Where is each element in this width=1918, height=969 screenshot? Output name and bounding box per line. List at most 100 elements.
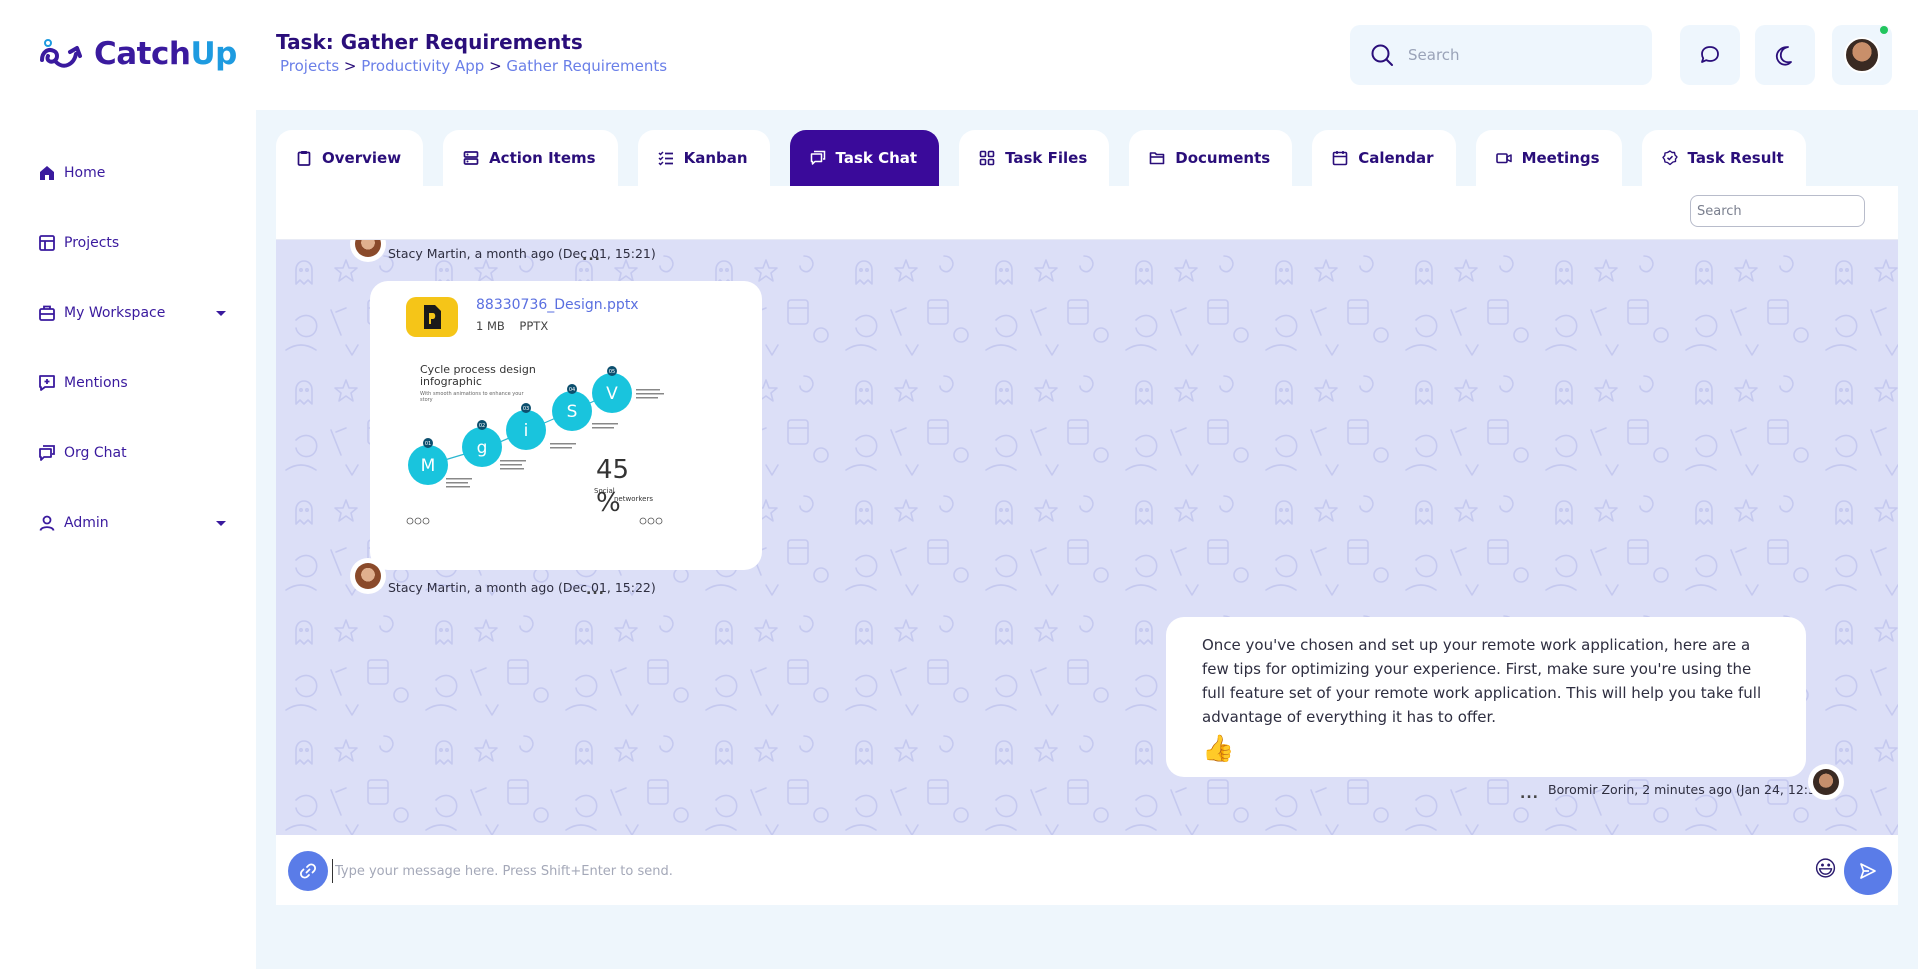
preview-step-s: S 04 <box>552 384 592 431</box>
message-meta: Stacy Martin, a month ago (Dec 01, 15:21… <box>388 246 656 261</box>
file-name-link[interactable]: 88330736_Design.pptx <box>476 297 639 313</box>
svg-text:g: g <box>477 438 488 458</box>
sidebar-item-admin[interactable]: Admin <box>38 488 228 558</box>
message-composer: 😃 <box>276 835 1898 905</box>
svg-text:i: i <box>524 421 529 441</box>
message-bubble[interactable]: Once you've chosen and set up your remot… <box>1166 617 1806 777</box>
svg-text:V: V <box>606 384 618 404</box>
message-meta: Stacy Martin, a month ago (Dec 01, 15:22… <box>388 580 656 595</box>
chat-search-input[interactable] <box>1690 195 1865 227</box>
chevron-down-icon[interactable] <box>216 520 226 526</box>
tab-task-files[interactable]: Task Files <box>959 130 1110 186</box>
tab-documents[interactable]: Documents <box>1129 130 1293 186</box>
file-details: 1 MB PPTX <box>476 319 548 333</box>
sidebar-item-projects[interactable]: Projects <box>38 208 228 278</box>
tab-meetings[interactable]: Meetings <box>1475 130 1622 186</box>
admin-icon <box>38 514 56 532</box>
sidebar-item-home[interactable]: Home <box>38 138 228 208</box>
tab-task-chat[interactable]: Task Chat <box>789 130 940 186</box>
preview-stat-label: Social <box>594 487 615 495</box>
action-items-icon <box>463 151 479 165</box>
badge-check-icon <box>1661 150 1678 166</box>
page-title: Task: Gather Requirements <box>276 30 583 54</box>
sidebar-nav: Home Projects My Workspace Mentions Org … <box>38 138 228 558</box>
sidebar: CatchUp Home Projects My Workspace Menti… <box>0 0 256 969</box>
mentions-icon <box>38 374 56 392</box>
breadcrumb-gather-requirements[interactable]: Gather Requirements <box>506 57 667 75</box>
file-attachment-card[interactable]: 88330736_Design.pptx 1 MB PPTX Cycle pro… <box>370 281 762 570</box>
chevron-down-icon[interactable] <box>216 310 226 316</box>
tab-label: Documents <box>1175 149 1271 167</box>
tab-label: Kanban <box>683 149 748 167</box>
brand-name-part1: Catch <box>94 36 191 72</box>
breadcrumb-projects[interactable]: Projects <box>280 57 339 75</box>
svg-text:02: 02 <box>479 423 485 429</box>
message-avatar[interactable] <box>1808 764 1844 800</box>
sidebar-item-org-chat[interactable]: Org Chat <box>38 418 228 488</box>
search-icon <box>1371 44 1393 66</box>
send-icon <box>1860 863 1876 879</box>
chat-button[interactable] <box>1680 25 1740 85</box>
svg-text:05: 05 <box>609 369 615 375</box>
breadcrumb-productivity-app[interactable]: Productivity App <box>361 57 484 75</box>
tab-label: Calendar <box>1358 149 1434 167</box>
message-more-button[interactable]: ... <box>582 248 601 264</box>
main-content: Overview Action Items Kanban Task Chat T… <box>256 110 1918 969</box>
svg-text:03: 03 <box>523 406 529 412</box>
message-input[interactable] <box>332 859 1782 883</box>
message-meta: Boromir Zorin, 2 minutes ago (Jan 24, 12… <box>1548 782 1829 797</box>
svg-text:story: story <box>420 397 433 403</box>
message-more-button[interactable]: ... <box>586 582 605 598</box>
tab-calendar[interactable]: Calendar <box>1312 130 1456 186</box>
home-icon <box>38 164 56 182</box>
breadcrumb-separator: > <box>489 57 502 75</box>
moon-icon <box>1775 46 1792 66</box>
attach-button[interactable] <box>288 851 328 891</box>
send-button[interactable] <box>1844 847 1892 895</box>
sidebar-item-mentions[interactable]: Mentions <box>38 348 228 418</box>
user-avatar-button[interactable] <box>1832 25 1892 85</box>
folder-icon <box>1149 152 1165 165</box>
pptx-file-icon <box>406 297 458 337</box>
message-more-button[interactable]: ... <box>1520 786 1539 802</box>
thumbs-up-emoji: 👍 <box>1202 734 1235 764</box>
svg-text:01: 01 <box>425 441 431 447</box>
emoji-picker-button[interactable]: 😃 <box>1814 857 1837 882</box>
chat-icon <box>810 150 825 165</box>
tab-task-result[interactable]: Task Result <box>1641 130 1806 186</box>
svg-text:M: M <box>421 456 436 476</box>
task-chat-panel: Stacy Martin, a month ago (Dec 01, 15:21… <box>276 186 1898 905</box>
tab-action-items[interactable]: Action Items <box>443 130 618 186</box>
preview-step-g: g 02 <box>462 420 502 467</box>
app-logo[interactable]: CatchUp <box>36 34 237 74</box>
sidebar-item-label: Home <box>64 165 106 181</box>
calendar-icon <box>1332 151 1348 166</box>
org-chat-icon <box>38 444 56 462</box>
message-avatar[interactable] <box>350 558 386 594</box>
preview-title-2: infographic <box>420 375 482 388</box>
tab-kanban[interactable]: Kanban <box>637 130 770 186</box>
breadcrumb: Projects > Productivity App > Gather Req… <box>280 57 667 75</box>
dark-mode-toggle[interactable] <box>1755 25 1815 85</box>
task-tabs: Overview Action Items Kanban Task Chat T… <box>276 130 1806 186</box>
checklist-icon <box>658 151 673 166</box>
clipboard-icon <box>297 151 311 166</box>
top-header: Task: Gather Requirements Projects > Pro… <box>256 0 1918 110</box>
preview-step-i: i 03 <box>506 403 546 450</box>
chat-bubble-icon <box>1701 46 1719 63</box>
tab-overview[interactable]: Overview <box>276 130 424 186</box>
sidebar-item-label: Admin <box>64 515 109 531</box>
preview-stat-value: 45 <box>596 455 629 485</box>
chat-messages[interactable]: Stacy Martin, a month ago (Dec 01, 15:21… <box>276 240 1898 835</box>
file-preview-thumbnail[interactable]: Cycle process design infographic With sm… <box>400 353 730 533</box>
avatar <box>1844 37 1880 73</box>
projects-icon <box>38 234 56 252</box>
sidebar-item-label: Projects <box>64 235 120 251</box>
chat-toolbar <box>276 186 1898 240</box>
link-icon <box>299 863 317 879</box>
svg-text:networkers: networkers <box>614 495 653 503</box>
global-search-input[interactable] <box>1408 46 1628 64</box>
online-status-dot <box>1880 26 1888 34</box>
sidebar-item-my-workspace[interactable]: My Workspace <box>38 278 228 348</box>
avatar <box>355 563 381 589</box>
